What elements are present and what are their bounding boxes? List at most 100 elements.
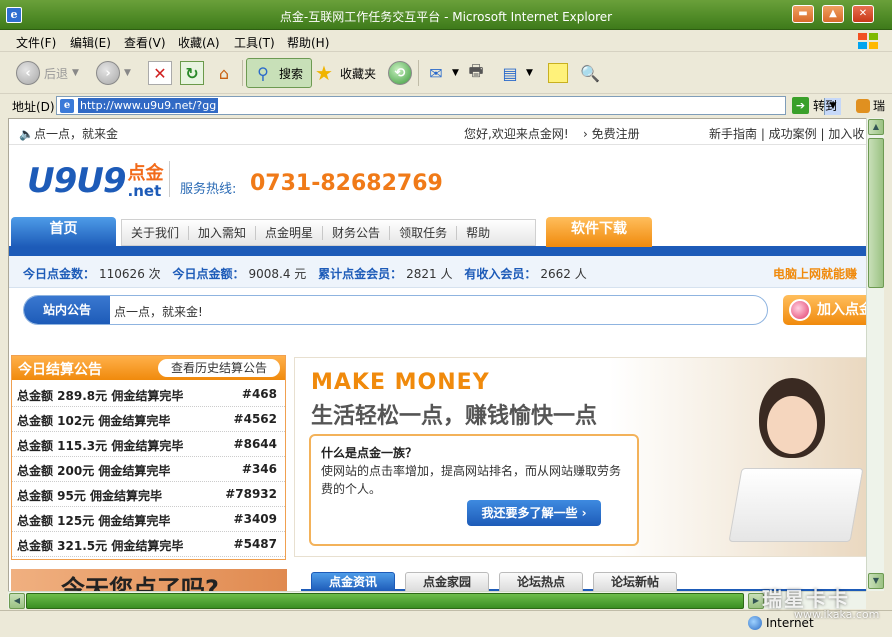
settlement-id: #4562 <box>233 412 277 426</box>
settlement-header: 今日结算公告 查看历史结算公告 <box>12 356 285 380</box>
settlement-title: 今日结算公告 <box>18 362 102 378</box>
back-arrow-icon: ‹ <box>16 61 40 85</box>
nav-tab-join-notice[interactable]: 加入需知 <box>189 225 257 240</box>
nav-home-tab[interactable]: 首页 <box>11 217 116 247</box>
research-button[interactable]: 🔍 <box>578 58 602 88</box>
scroll-up-icon[interactable]: ▲ <box>868 119 884 135</box>
nav-tab-tasks[interactable]: 领取任务 <box>390 225 458 240</box>
menu-edit[interactable]: 编辑(E) <box>70 34 111 51</box>
stat-earning-label: 有收入会员： <box>464 267 537 281</box>
settlement-id: #8644 <box>233 437 277 451</box>
stat-amount-value: 9008.4 元 <box>248 267 307 281</box>
menu-bar: 文件(F) 编辑(E) 查看(V) 收藏(A) 工具(T) 帮助(H) <box>0 30 892 52</box>
settlement-id: #3409 <box>233 512 277 526</box>
tab-home[interactable]: 点金家园 <box>405 572 489 591</box>
software-download-tab[interactable]: 软件下载 <box>546 217 652 247</box>
nav-tab-help[interactable]: 帮助 <box>457 226 499 240</box>
menu-tools[interactable]: 工具(T) <box>234 34 275 51</box>
banner-headline: MAKE MONEY <box>311 370 490 395</box>
close-button[interactable]: ✕ <box>852 5 874 23</box>
ad-banner[interactable]: 今天您点了吗? <box>11 569 287 591</box>
address-url[interactable]: http://www.u9u9.net/?gg <box>78 98 219 113</box>
site-logo[interactable]: U9U9 点金 .net <box>27 159 164 199</box>
page-icon: e <box>60 99 74 113</box>
horizontal-scroll-thumb[interactable] <box>26 593 744 609</box>
site-top-bar: 🔈点一点，就来金 您好,欢迎来点金网! › 免费注册 新手指南 | 成功案例 |… <box>9 119 866 145</box>
nav-tab-about[interactable]: 关于我们 <box>122 225 190 240</box>
nav-tabs: 关于我们 加入需知 点金明星 财务公告 领取任务 帮助 <box>121 219 536 246</box>
intro-description: 使网站的点击率增加，提高网站排名，而从网站赚取劳务费的个人。 <box>321 464 622 496</box>
sticky-note-icon <box>548 63 568 83</box>
join-button[interactable]: 加入点金 <box>783 295 866 325</box>
logo-main: U9U9 <box>27 161 127 201</box>
settlement-row: 总金额 102元 佣金结算完毕 #4562 <box>12 407 285 432</box>
settlement-list: 总金额 289.8元 佣金结算完毕 #468 总金额 102元 佣金结算完毕 #45… <box>12 382 285 557</box>
notes-button[interactable] <box>548 58 568 88</box>
home-button[interactable]: ⌂ <box>212 58 236 88</box>
settlement-text: 总金额 125元 佣金结算完毕 <box>17 514 171 528</box>
mail-button[interactable]: ✉ ▼ <box>424 58 459 88</box>
mail-icon: ✉ <box>429 63 443 83</box>
settlement-id: #468 <box>241 387 277 401</box>
title-bar: e 点金-互联网工作任务交互平台 - Microsoft Internet Ex… <box>0 0 892 30</box>
scroll-left-icon[interactable]: ◀ <box>9 593 25 609</box>
register-link[interactable]: › 免费注册 <box>583 125 640 142</box>
vertical-scroll-thumb[interactable] <box>868 138 884 288</box>
back-dropdown-icon[interactable]: ▼ <box>72 68 79 78</box>
announcement-label: 站内公告 <box>24 296 110 324</box>
stop-button[interactable]: ✕ <box>148 58 172 88</box>
settlement-text: 总金额 95元 佣金结算完毕 <box>17 489 163 503</box>
learn-more-button[interactable]: 我还要多了解一些 › <box>467 500 601 526</box>
address-input[interactable]: e http://www.u9u9.net/?gg ▼ <box>56 96 841 115</box>
menu-file[interactable]: 文件(F) <box>16 34 56 51</box>
stat-clicks-label: 今日点金数： <box>23 267 96 281</box>
print-button[interactable]: 🖶 <box>464 58 488 88</box>
history-button[interactable]: ⟲ <box>388 58 412 88</box>
toolbar-separator <box>242 60 243 86</box>
stat-members-value: 2821 人 <box>406 267 453 281</box>
logo-cn: 点金 <box>127 163 164 184</box>
menu-favorites[interactable]: 收藏(A) <box>178 34 220 51</box>
minimize-button[interactable]: ▬ <box>792 5 814 23</box>
rising-toolbar[interactable]: 瑞 <box>856 97 885 114</box>
favorites-button[interactable]: ★ 收藏夹 <box>312 58 376 88</box>
top-links[interactable]: 新手指南 | 成功案例 | 加入收 <box>709 125 864 142</box>
heart-icon <box>789 299 811 321</box>
status-bar: Internet <box>0 610 892 637</box>
settlement-history-link[interactable]: 查看历史结算公告 <box>158 359 280 377</box>
tab-news[interactable]: 点金资讯 <box>311 572 395 591</box>
maximize-button[interactable]: ▲ <box>822 5 844 23</box>
tab-forum-hot[interactable]: 论坛热点 <box>499 572 583 591</box>
search-icon: ⚲ <box>257 63 269 83</box>
nav-tab-finance[interactable]: 财务公告 <box>323 225 391 240</box>
menu-help[interactable]: 帮助(H) <box>287 34 329 51</box>
forward-button[interactable]: › ▼ <box>96 58 131 88</box>
printer-icon: 🖶 <box>468 60 484 80</box>
stop-icon: ✕ <box>148 61 172 85</box>
tab-forum-new[interactable]: 论坛新帖 <box>593 572 677 591</box>
promo-text[interactable]: 电脑上网就能赚 <box>773 265 857 282</box>
refresh-button[interactable]: ↻ <box>180 58 204 88</box>
home-icon: ⌂ <box>218 63 230 83</box>
nav-tab-stars[interactable]: 点金明星 <box>256 225 324 240</box>
stat-earning-value: 2662 人 <box>540 267 587 281</box>
back-button[interactable]: ‹ 后退 ▼ <box>16 58 79 88</box>
settlement-row: 总金额 125元 佣金结算完毕 #3409 <box>12 507 285 532</box>
hotline-number: 0731-82682769 <box>250 171 443 196</box>
edit-dropdown-icon[interactable]: ▼ <box>526 68 533 78</box>
vertical-scrollbar[interactable]: ▲ ▼ <box>866 118 884 591</box>
edit-button[interactable]: ▤ ▼ <box>498 58 533 88</box>
search-button[interactable]: ⚲ 搜索 <box>246 58 313 88</box>
mail-dropdown-icon[interactable]: ▼ <box>452 68 459 78</box>
scroll-down-icon[interactable]: ▼ <box>868 573 884 589</box>
menu-view[interactable]: 查看(V) <box>124 34 166 51</box>
logo-divider <box>169 161 170 197</box>
go-button[interactable]: ➔ 转到 <box>792 97 837 114</box>
star-icon: ★ <box>315 61 333 85</box>
announcement-text[interactable]: 点一点，就来金! <box>114 303 203 320</box>
forward-dropdown-icon[interactable]: ▼ <box>124 68 131 78</box>
horizontal-scrollbar[interactable]: ◀ ▶ <box>8 591 866 609</box>
refresh-icon: ↻ <box>180 61 204 85</box>
toolbar: ‹ 后退 ▼ › ▼ ✕ ↻ ⌂ ⚲ 搜索 ★ 收藏夹 ⟲ ✉ ▼ 🖶 ▤ ▼ … <box>0 52 892 94</box>
ad-text: 今天您点了吗? <box>61 575 219 591</box>
